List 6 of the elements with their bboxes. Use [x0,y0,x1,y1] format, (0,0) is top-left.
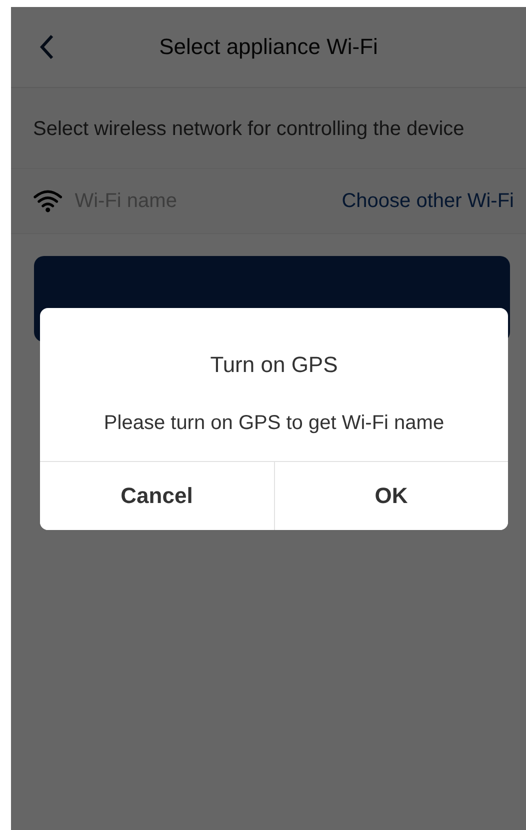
screen-title: Select appliance Wi-Fi [158,34,379,60]
back-icon[interactable] [39,34,55,60]
ok-button[interactable]: OK [274,462,508,530]
dialog-message: Please turn on GPS to get Wi-Fi name [102,411,446,436]
wifi-icon [33,189,63,213]
dialog-title: Turn on GPS [209,351,339,378]
